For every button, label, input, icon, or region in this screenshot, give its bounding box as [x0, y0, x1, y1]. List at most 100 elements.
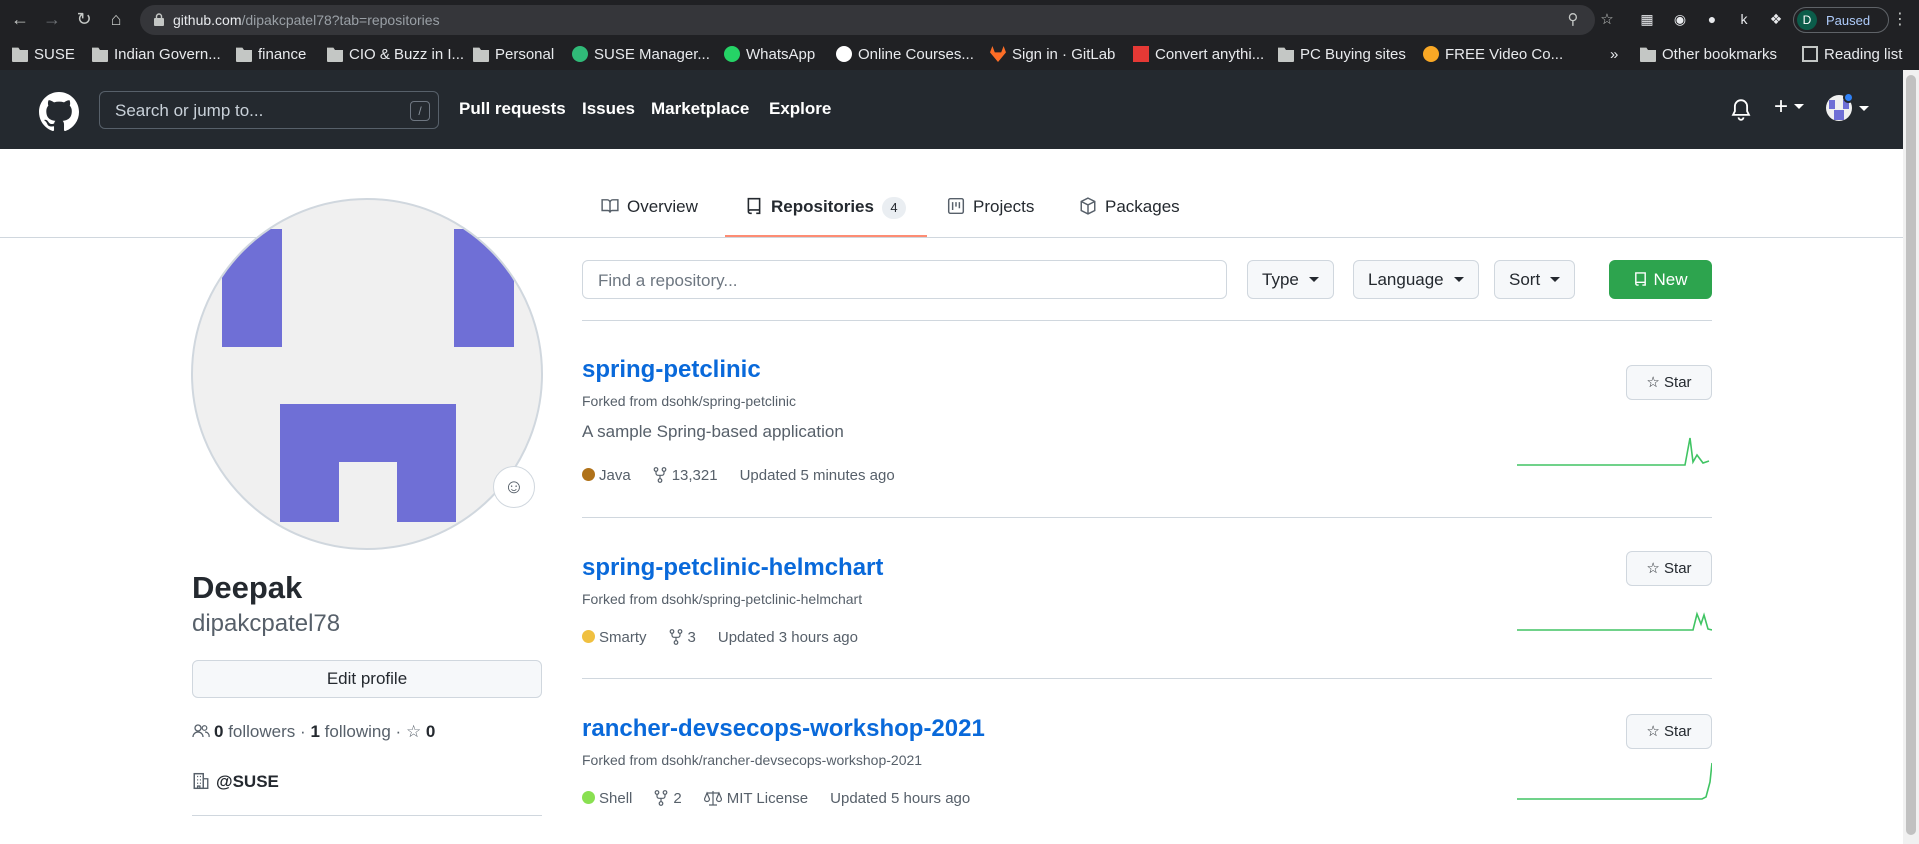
followers-link[interactable]: 0 followers: [214, 722, 295, 741]
repo-name-link[interactable]: spring-petclinic-helmchart: [582, 554, 883, 582]
fork-info: Forked from dsohk/rancher-devsecops-work…: [582, 752, 922, 768]
bookmark-link[interactable]: Convert anythi...: [1133, 44, 1264, 66]
nav-issues[interactable]: Issues: [582, 99, 635, 119]
separator: ·: [300, 722, 306, 741]
forks-count: 13,321: [671, 467, 718, 484]
set-status-smiley-icon[interactable]: ☺: [493, 466, 535, 508]
folder-icon: [1640, 47, 1656, 62]
extension-k-icon[interactable]: k: [1734, 9, 1754, 29]
extension-1-icon[interactable]: ▦: [1637, 9, 1657, 29]
bookmark-label: Reading list: [1824, 46, 1903, 63]
bookmark-folder[interactable]: finance: [236, 44, 306, 66]
repo-name-link[interactable]: spring-petclinic: [582, 356, 761, 384]
stars-count: 0: [425, 722, 436, 741]
fork-source-link[interactable]: dsohk/spring-petclinic-helmchart: [661, 591, 862, 607]
nav-marketplace[interactable]: Marketplace: [651, 99, 749, 119]
type-filter-button[interactable]: Type: [1247, 260, 1334, 299]
tab-packages[interactable]: Packages: [1079, 197, 1180, 241]
url-text: github.com/dipakcpatel78?tab=repositorie…: [173, 12, 440, 28]
repository-item: rancher-devsecops-workshop-2021 Forked f…: [582, 679, 1712, 844]
github-logo-icon[interactable]: [39, 92, 79, 132]
language-color-dot: [582, 791, 595, 804]
bookmark-link[interactable]: SUSE Manager...: [572, 44, 710, 66]
bookmark-folder[interactable]: SUSE: [12, 44, 75, 66]
bookmark-label: Convert anythi...: [1155, 46, 1265, 63]
bookmark-label: CIO & Buzz in I...: [349, 46, 465, 63]
home-icon[interactable]: ⌂: [105, 8, 127, 30]
repo-meta: Java 13,321 Updated 5 minutes ago: [582, 467, 895, 484]
nav-explore[interactable]: Explore: [769, 99, 831, 119]
user-menu[interactable]: [1826, 92, 1870, 126]
star-button[interactable]: ☆ Star: [1626, 551, 1712, 586]
tab-projects[interactable]: Projects: [947, 197, 1034, 241]
nav-pull-requests[interactable]: Pull requests: [459, 99, 566, 119]
bookmark-star-icon[interactable]: ☆: [1597, 10, 1617, 30]
bookmark-folder[interactable]: Indian Govern...: [92, 44, 221, 66]
tab-label: Packages: [1105, 197, 1180, 216]
tab-overview[interactable]: Overview: [601, 197, 698, 241]
scrollbar-thumb[interactable]: [1906, 75, 1916, 835]
forks-link[interactable]: 3: [669, 629, 696, 646]
bookmark-link[interactable]: Online Courses...: [836, 44, 974, 66]
people-icon: [192, 724, 210, 738]
browser-menu-icon[interactable]: ⋮: [1892, 9, 1908, 29]
edit-profile-button[interactable]: Edit profile: [192, 660, 542, 698]
bookmark-link[interactable]: Sign in · GitLab: [990, 44, 1115, 66]
sort-button[interactable]: Sort: [1494, 260, 1576, 299]
url-host: github.com: [173, 12, 242, 28]
address-bar[interactable]: github.com/dipakcpatel78?tab=repositorie…: [140, 5, 1614, 35]
page-scrollbar[interactable]: [1903, 70, 1919, 844]
tab-label: Projects: [973, 197, 1035, 216]
forks-link[interactable]: 2: [654, 790, 682, 807]
follow-stats: 0 followers · 1 following · ☆ 0: [192, 722, 435, 742]
fork-prefix: Forked from: [582, 591, 658, 607]
fork-source-link[interactable]: dsohk/spring-petclinic: [661, 393, 796, 409]
reading-list[interactable]: Reading list: [1802, 44, 1902, 66]
star-icon: ☆: [1646, 723, 1660, 740]
bookmark-link[interactable]: FREE Video Co...: [1423, 44, 1563, 66]
bookmark-folder[interactable]: CIO & Buzz in I...: [327, 44, 464, 66]
back-arrow-icon[interactable]: ←: [9, 8, 31, 30]
repo-name-link[interactable]: rancher-devsecops-workshop-2021: [582, 715, 985, 743]
bookmark-link[interactable]: WhatsApp: [724, 44, 815, 66]
chevron-down-icon: [1794, 104, 1805, 109]
bookmark-folder[interactable]: Personal: [473, 44, 554, 66]
forward-arrow-icon[interactable]: →: [41, 8, 63, 30]
plus-icon: +: [1774, 93, 1789, 120]
star-button[interactable]: ☆ Star: [1626, 365, 1712, 400]
fork-source-link[interactable]: dsohk/rancher-devsecops-workshop-2021: [661, 752, 922, 768]
bookmarks-overflow[interactable]: »: [1610, 44, 1618, 66]
organization[interactable]: @SUSE: [192, 772, 279, 792]
find-repository-input[interactable]: Find a repository...: [582, 260, 1227, 299]
bookmark-folder[interactable]: PC Buying sites: [1278, 44, 1406, 66]
chevron-down-icon: [1453, 277, 1464, 282]
global-search-input[interactable]: Search or jump to... /: [99, 91, 439, 129]
repo-language: Java: [599, 467, 631, 484]
zoom-icon[interactable]: ⚲: [1563, 10, 1583, 30]
bookmark-label: finance: [258, 46, 307, 63]
other-bookmarks[interactable]: Other bookmarks: [1640, 44, 1777, 66]
activity-sparkline: [1517, 611, 1712, 631]
extension-3-icon[interactable]: ●: [1702, 9, 1722, 29]
extension-2-icon[interactable]: ◉: [1670, 9, 1690, 29]
active-tab-indicator: [725, 235, 927, 237]
new-repository-button[interactable]: New: [1609, 260, 1712, 299]
organization-icon: [193, 772, 209, 790]
notifications-bell-icon[interactable]: [1731, 99, 1751, 121]
star-button[interactable]: ☆ Star: [1626, 714, 1712, 749]
profile-username: dipakcpatel78: [192, 610, 341, 637]
forks-link[interactable]: 13,321: [653, 467, 718, 484]
browser-profile-button[interactable]: D Paused: [1793, 7, 1889, 33]
language-filter-button[interactable]: Language: [1353, 260, 1479, 299]
star-icon: ☆: [1646, 560, 1660, 577]
license-info: MIT License: [703, 790, 808, 807]
stars-link[interactable]: ☆ 0: [406, 722, 435, 741]
following-link[interactable]: 1 following: [310, 722, 390, 741]
reload-icon[interactable]: ↻: [73, 8, 95, 30]
updated-time: Updated 5 minutes ago: [739, 467, 895, 484]
address-row: ← → ↻ ⌂ github.com/dipakcpatel78?tab=rep…: [0, 0, 1919, 39]
create-new-menu[interactable]: +: [1774, 93, 1805, 121]
package-icon: [1080, 197, 1096, 215]
puzzle-icon[interactable]: ❖: [1766, 9, 1786, 29]
profile-avatar[interactable]: [191, 198, 543, 550]
